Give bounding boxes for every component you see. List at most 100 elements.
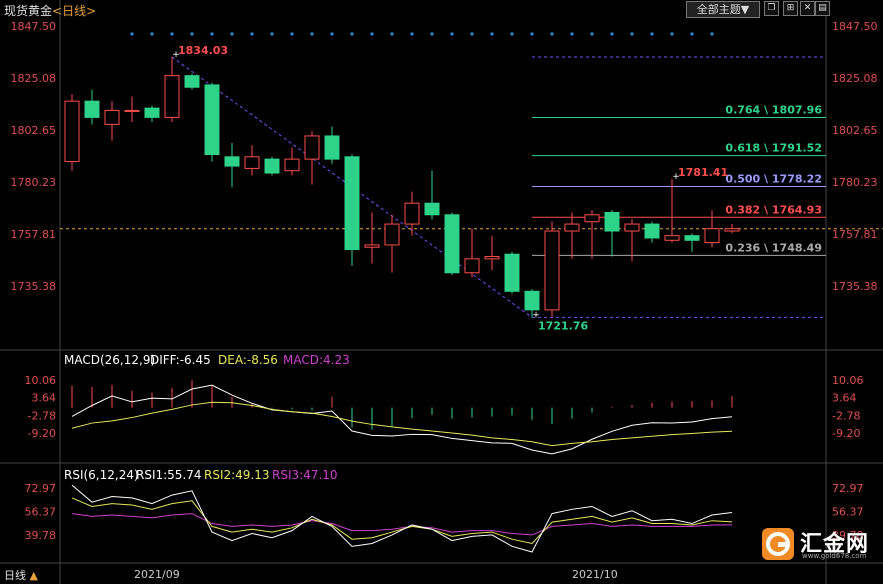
rsi-tick-label: 56.37 <box>832 506 864 519</box>
x-tick-label: 2021/10 <box>572 568 618 581</box>
signal-dot <box>330 32 334 36</box>
macd-header-label: MACD(26,12,9) <box>64 353 155 367</box>
signal-dot <box>650 32 654 36</box>
period-switcher-label: 日线 <box>4 569 26 582</box>
candle-body <box>664 235 680 241</box>
candle-body <box>544 230 560 311</box>
macd-dea-line <box>71 401 733 447</box>
candle-body <box>64 100 80 162</box>
signal-dot <box>570 32 574 36</box>
macd-diff-line <box>71 384 733 455</box>
candle-body <box>484 256 500 260</box>
rsi-header-label: RSI1:55.74 <box>136 468 202 482</box>
signal-dot <box>270 32 274 36</box>
price-tick-label: 1757.81 <box>832 228 878 241</box>
fib-level-label: 0.236 \ 1748.49 <box>725 241 822 254</box>
rsi-header-label: RSI(6,12,24) <box>64 468 139 482</box>
candle-body <box>124 109 140 112</box>
tile-icon[interactable]: ⊞ <box>783 1 798 16</box>
candle-body <box>724 228 740 232</box>
price-tick-label: 1847.50 <box>11 20 57 33</box>
price-annotation: 1834.03 <box>178 44 228 57</box>
rsi-header-label: RSI2:49.13 <box>204 468 270 482</box>
signal-dot <box>510 32 514 36</box>
brand-logo: 汇金网 www.gold678.com <box>762 526 882 562</box>
signal-dot <box>350 32 354 36</box>
fib-level-label: 0.618 \ 1791.52 <box>725 142 822 155</box>
chart-canvas: 1847.50 1847.50 1825.08 1825.08 1802.65 1802.… <box>0 0 883 584</box>
signal-dot <box>310 32 314 36</box>
candle-body <box>604 211 620 232</box>
candle-body <box>524 290 540 311</box>
price-tick-label: 1825.08 <box>832 72 878 85</box>
price-tick-label: 1757.81 <box>11 228 57 241</box>
signal-dot <box>550 32 554 36</box>
chart-title: 现货黄金<日线> <box>4 2 96 19</box>
price-tick-label: 1780.23 <box>11 176 57 189</box>
fib-level-label: 0.500 \ 1778.22 <box>725 172 822 185</box>
candle-body <box>344 156 360 251</box>
rsi-tick-label: 72.97 <box>832 482 864 495</box>
price-tick-label: 1802.65 <box>11 124 57 137</box>
signal-dot <box>370 32 374 36</box>
signal-dot <box>690 32 694 36</box>
candle-body <box>84 100 100 118</box>
candle-body <box>564 223 580 232</box>
price-tick-label: 1825.08 <box>11 72 57 85</box>
signal-dot <box>190 32 194 36</box>
fib-level-label: 0.764 \ 1807.96 <box>725 103 822 116</box>
fib-level-label: 0.382 \ 1764.93 <box>725 203 822 216</box>
signal-dot <box>670 32 674 36</box>
stack-icon[interactable]: ▤ <box>815 1 830 16</box>
x-tick-label: 2021/09 <box>134 568 180 581</box>
candle-body <box>104 109 120 125</box>
symbol-name: 现货黄金 <box>4 4 53 18</box>
candle-body <box>424 202 440 216</box>
signal-dot <box>630 32 634 36</box>
price-tick-label: 1847.50 <box>832 20 878 33</box>
macd-tick-label: 3.64 <box>32 392 57 405</box>
signal-dot <box>250 32 254 36</box>
period-up-icon: ▲ <box>29 569 38 582</box>
price-annotation: 1721.76 <box>538 319 588 332</box>
signal-dot <box>290 32 294 36</box>
candle-body <box>304 135 320 160</box>
macd-header-label: DEA:-8.56 <box>218 353 278 367</box>
candle-body <box>684 235 700 241</box>
macd-tick-label: -9.20 <box>28 427 56 440</box>
candle-body <box>644 223 660 239</box>
price-annotation: 1781.41 <box>678 166 728 179</box>
candle-body <box>324 135 340 160</box>
candle-body <box>364 244 380 248</box>
macd-tick-label: 3.64 <box>832 392 857 405</box>
rsi3-line <box>71 513 733 536</box>
restore-icon[interactable]: ❐ <box>764 1 779 16</box>
candle-body <box>504 253 520 292</box>
signal-dot <box>170 32 174 36</box>
candle-body <box>244 156 260 169</box>
signal-dot <box>410 32 414 36</box>
candle-body <box>224 156 240 167</box>
macd-tick-label: 10.06 <box>832 374 864 387</box>
signal-dot <box>390 32 394 36</box>
period-label: <日线> <box>52 4 97 18</box>
signal-dot <box>130 32 134 36</box>
rsi-tick-label: 56.37 <box>25 506 57 519</box>
candle-body <box>184 75 200 88</box>
logo-icon <box>762 528 794 560</box>
candle-body <box>464 258 480 274</box>
candle-body <box>384 223 400 246</box>
macd-tick-label: -2.78 <box>832 409 860 422</box>
candle-body <box>144 107 160 118</box>
close-icon[interactable]: ✕ <box>800 1 815 16</box>
signal-dot <box>530 32 534 36</box>
price-tick-label: 1802.65 <box>832 124 878 137</box>
period-switcher[interactable]: 日线 ▲ <box>4 567 38 583</box>
candle-body <box>264 158 280 174</box>
price-tick-label: 1780.23 <box>832 176 878 189</box>
signal-dot <box>450 32 454 36</box>
rsi-header-label: RSI3:47.10 <box>272 468 338 482</box>
theme-dropdown-button[interactable]: 全部主题▼ <box>686 1 760 18</box>
signal-dot <box>210 32 214 36</box>
signal-dot <box>230 32 234 36</box>
